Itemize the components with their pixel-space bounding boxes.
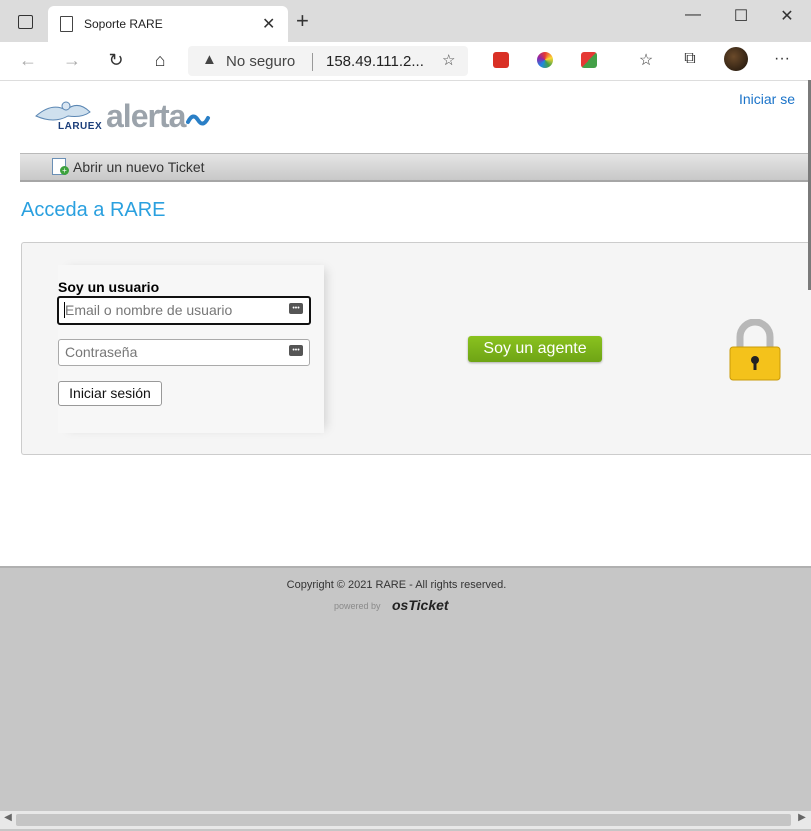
- scroll-left-icon[interactable]: ◀: [1, 812, 15, 823]
- laruex-logo-text: LARUEX: [58, 121, 103, 132]
- new-ticket-link[interactable]: Abrir un nuevo Ticket: [73, 159, 205, 175]
- close-window-button[interactable]: ✕: [772, 6, 802, 26]
- password-input[interactable]: Contraseña •••: [58, 339, 310, 366]
- horizontal-scrollbar[interactable]: ◀ ▶: [0, 811, 811, 829]
- alerta-logo[interactable]: alerta: [106, 98, 186, 135]
- agent-login-button[interactable]: Soy un agente: [468, 336, 602, 362]
- reload-button[interactable]: ↻: [102, 50, 130, 71]
- profile-avatar[interactable]: [724, 47, 748, 71]
- url-text[interactable]: 158.49.111.2...: [326, 53, 424, 70]
- plus-icon: +: [60, 166, 69, 175]
- forward-button[interactable]: →: [58, 50, 86, 71]
- address-separator: [312, 53, 313, 71]
- login-button[interactable]: Iniciar sesión: [58, 381, 162, 406]
- warning-icon[interactable]: ▲: [202, 51, 217, 68]
- tab-title: Soporte RARE: [84, 17, 163, 31]
- main-navbar: + Abrir un nuevo Ticket: [20, 153, 811, 182]
- page-footer: Copyright © 2021 RARE - All rights reser…: [0, 566, 811, 831]
- tab-actions-icon[interactable]: [18, 15, 33, 29]
- tab-close-icon[interactable]: ✕: [262, 14, 275, 34]
- page-icon: [60, 16, 73, 32]
- browser-toolbar: ← → ↻ ⌂ ▲ No seguro 158.49.111.2... ☆ ☆ …: [0, 42, 811, 81]
- alerta-wave-icon: [186, 108, 214, 136]
- username-input[interactable]: Email o nombre de usuario •••: [57, 296, 311, 325]
- powered-by-text: powered by: [334, 601, 381, 611]
- password-manager-icon[interactable]: •••: [289, 303, 303, 314]
- back-button[interactable]: ←: [14, 50, 42, 71]
- favorites-icon[interactable]: ☆: [634, 50, 658, 70]
- scroll-right-icon[interactable]: ▶: [795, 812, 809, 823]
- browser-tab[interactable]: Soporte RARE ✕: [48, 6, 288, 42]
- collections-icon[interactable]: ⧉: [678, 50, 702, 68]
- new-tab-button[interactable]: +: [296, 8, 309, 34]
- extension-red-icon[interactable]: [493, 52, 509, 68]
- extension-multicolor-icon[interactable]: [581, 52, 597, 68]
- username-placeholder: Email o nombre de usuario: [65, 302, 233, 318]
- password-placeholder: Contraseña: [65, 344, 138, 360]
- login-panel: Soy un usuario Email o nombre de usuario…: [21, 242, 811, 455]
- osticket-logo[interactable]: osTicket: [392, 597, 449, 613]
- more-menu-icon[interactable]: ···: [770, 50, 794, 68]
- browser-titlebar: Soporte RARE ✕ + — ☐ ✕: [0, 0, 811, 42]
- maximize-button[interactable]: ☐: [726, 6, 756, 26]
- add-favorite-icon[interactable]: ☆: [442, 51, 455, 69]
- security-label[interactable]: No seguro: [226, 53, 295, 70]
- page-title: Acceda a RARE: [21, 199, 166, 221]
- password-manager-icon[interactable]: •••: [289, 345, 303, 356]
- signin-link[interactable]: Iniciar se: [739, 91, 795, 107]
- copyright-text: Copyright © 2021 RARE - All rights reser…: [286, 579, 507, 591]
- padlock-icon: [728, 318, 782, 381]
- extension-color-icon[interactable]: [537, 52, 553, 68]
- scrollbar-thumb[interactable]: [16, 814, 791, 826]
- address-bar[interactable]: ▲ No seguro 158.49.111.2... ☆: [188, 46, 468, 76]
- minimize-button[interactable]: —: [678, 6, 708, 24]
- user-heading: Soy un usuario: [58, 279, 160, 295]
- home-button[interactable]: ⌂: [146, 50, 174, 71]
